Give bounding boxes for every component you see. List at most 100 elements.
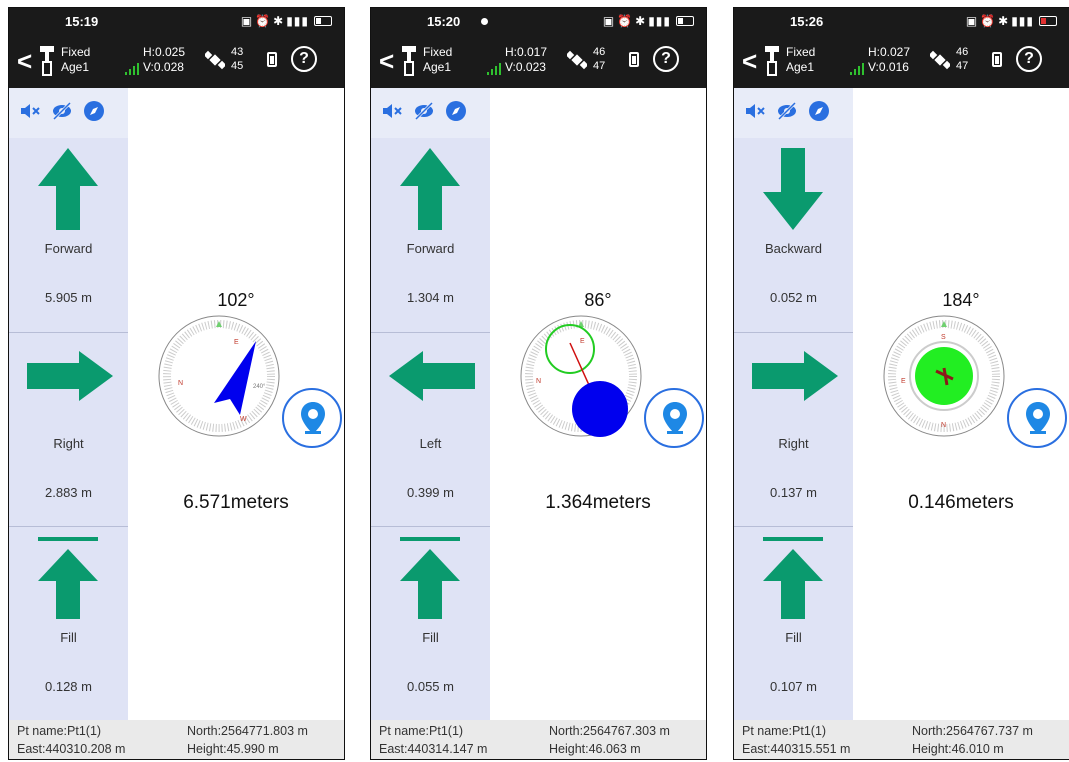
mute-icon[interactable]: [381, 100, 403, 122]
satellite-count: 46 47: [593, 46, 606, 72]
north-coordinate: North:2564767.737 m: [912, 724, 1033, 738]
compass-dial: E N W: [520, 315, 642, 437]
gnss-receiver-icon: [765, 46, 779, 76]
mute-icon[interactable]: [19, 100, 41, 122]
height-value: Height:46.010 m: [912, 742, 1004, 756]
phone-screen-1: 15:19 ▣ ⏰ ✱ ▮▮▮ < Fixed Age1 H:0.025 V:0.0…: [8, 7, 345, 760]
direction-label: Fill: [60, 630, 77, 645]
direction-section-1: Backward 0.052 m: [734, 138, 853, 332]
arrow-left-icon: [389, 351, 475, 401]
satellite-count: 46 47: [956, 46, 969, 72]
back-button[interactable]: <: [379, 48, 394, 74]
east-coordinate: East:440310.208 m: [17, 742, 126, 756]
gnss-toolbar: < Fixed Age1 H:0.017 V:0.023 46 47 ?: [371, 36, 706, 88]
signal-bars-icon: [125, 63, 139, 75]
heading-readout: 102°: [217, 290, 255, 310]
direction-distance: 5.905 m: [45, 290, 92, 305]
device-battery-icon: [629, 52, 639, 67]
help-button[interactable]: ?: [1016, 46, 1042, 72]
svg-text:240°: 240°: [253, 384, 266, 390]
location-pin-icon: [663, 402, 687, 434]
direction-label: Right: [53, 436, 84, 451]
help-button[interactable]: ?: [653, 46, 679, 72]
cell-signal-icon: ▮▮▮: [1011, 14, 1034, 28]
gnss-toolbar: < Fixed Age1 H:0.027 V:0.016 46 47 ?: [734, 36, 1069, 88]
hide-eye-icon[interactable]: [51, 100, 73, 122]
svg-text:W: W: [240, 416, 247, 423]
alarm-icon: ⏰: [980, 14, 997, 28]
bluetooth-icon: ✱: [273, 14, 285, 28]
system-status-icons: ▣ ⏰ ✱ ▮▮▮: [966, 14, 1057, 28]
gnss-receiver-icon: [402, 46, 416, 76]
hide-eye-icon[interactable]: [776, 100, 798, 122]
locate-button[interactable]: [282, 388, 342, 448]
system-status-icons: ▣ ⏰ ✱ ▮▮▮: [603, 14, 694, 28]
cell-signal-icon: ▮▮▮: [648, 14, 671, 28]
arrow-right-icon: [27, 351, 113, 401]
arrow-up-icon: [400, 148, 460, 230]
hide-eye-icon[interactable]: [413, 100, 435, 122]
direction-distance: 0.055 m: [407, 679, 454, 694]
compass-view: 184° S E N 0.146meters: [853, 88, 1069, 720]
compass-toggle-icon[interactable]: [445, 100, 467, 122]
point-info-footer: Pt name:Pt1(1) North:2564767.737 m East:…: [734, 720, 1069, 759]
precision-readout: H:0.027 V:0.016: [868, 45, 911, 74]
point-name: Pt name:Pt1(1): [379, 724, 464, 738]
direction-section-2: Left 0.399 m: [371, 332, 490, 526]
heading-readout: 184°: [942, 290, 980, 310]
current-position-icon: [572, 381, 628, 437]
svg-text:E: E: [580, 338, 585, 345]
nfc-icon: ▣: [240, 14, 254, 28]
quick-toggle-strip: [9, 88, 128, 138]
phone-screen-3: 15:26 ▣ ⏰ ✱ ▮▮▮ < Fixed Age1 H:0.027 V:0.0…: [733, 7, 1069, 760]
phone-battery-low-icon: [1039, 16, 1057, 26]
back-button[interactable]: <: [17, 48, 32, 74]
direction-section-1: Forward 5.905 m: [9, 138, 128, 332]
signal-bars-icon: [487, 63, 501, 75]
compass-toggle-icon[interactable]: [808, 100, 830, 122]
compass-dial: E 240° W N: [158, 315, 280, 437]
status-bar: 15:20 ▣ ⏰ ✱ ▮▮▮: [371, 8, 706, 36]
direction-label: Forward: [406, 241, 455, 256]
direction-distance: 0.399 m: [407, 485, 454, 500]
direction-section-3: Fill 0.128 m: [9, 526, 128, 720]
compass-view: 86° E N W 1.364meters: [490, 88, 706, 720]
clock: 15:19: [65, 14, 99, 29]
device-battery-icon: [992, 52, 1002, 67]
direction-label: Fill: [422, 630, 439, 645]
phone-screen-2: 15:20 ▣ ⏰ ✱ ▮▮▮ < Fixed Age1 H:0.017 V:0.0…: [370, 7, 707, 760]
signal-bars-icon: [850, 63, 864, 75]
fix-status: Fixed Age1: [61, 45, 91, 74]
notification-icon: [481, 18, 488, 25]
quick-toggle-strip: [734, 88, 853, 138]
clock: 15:26: [790, 14, 824, 29]
direction-distance: 2.883 m: [45, 485, 92, 500]
help-button[interactable]: ?: [291, 46, 317, 72]
cell-signal-icon: ▮▮▮: [286, 14, 309, 28]
direction-label: Backward: [764, 241, 823, 256]
direction-label: Left: [419, 436, 442, 451]
direction-distance: 0.137 m: [770, 485, 817, 500]
direction-section-3: Fill 0.055 m: [371, 526, 490, 720]
locate-button[interactable]: [644, 388, 704, 448]
alarm-icon: ⏰: [255, 14, 272, 28]
heading-readout: 86°: [584, 290, 612, 310]
distance-to-target: 1.364meters: [545, 492, 651, 513]
svg-text:E: E: [901, 378, 906, 385]
precision-readout: H:0.025 V:0.028: [143, 45, 186, 74]
compass-dial: S E N: [883, 315, 1005, 437]
svg-text:E: E: [234, 339, 239, 346]
direction-distance: 0.052 m: [770, 290, 817, 305]
svg-text:N: N: [536, 378, 541, 385]
bluetooth-icon: ✱: [635, 14, 647, 28]
back-button[interactable]: <: [742, 48, 757, 74]
compass-toggle-icon[interactable]: [83, 100, 105, 122]
clock: 15:20: [427, 14, 461, 29]
locate-button[interactable]: [1007, 388, 1067, 448]
east-coordinate: East:440315.551 m: [742, 742, 851, 756]
mute-icon[interactable]: [744, 100, 766, 122]
system-status-icons: ▣ ⏰ ✱ ▮▮▮: [241, 14, 332, 28]
phone-battery-icon: [676, 16, 694, 26]
svg-text:N: N: [178, 380, 183, 387]
alarm-icon: ⏰: [617, 14, 634, 28]
